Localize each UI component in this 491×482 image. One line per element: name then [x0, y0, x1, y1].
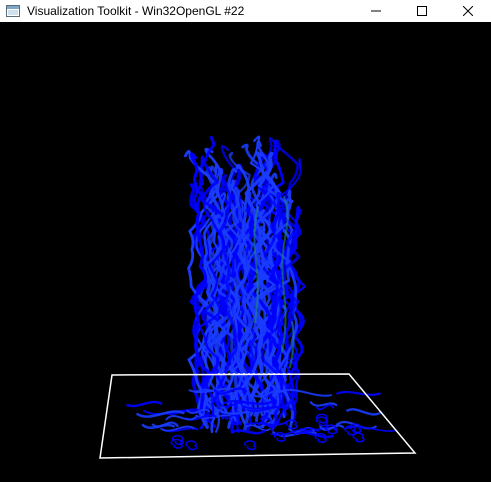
title-bar[interactable]: Visualization Toolkit - Win32OpenGL #22: [0, 0, 491, 22]
minimize-button[interactable]: [353, 0, 399, 22]
minimize-icon: [371, 6, 381, 16]
close-icon: [463, 6, 473, 16]
close-button[interactable]: [445, 0, 491, 22]
streamlines-scene: [0, 22, 491, 482]
vtk-window-icon[interactable]: [5, 3, 21, 19]
render-viewport[interactable]: [0, 22, 491, 482]
maximize-button[interactable]: [399, 0, 445, 22]
window-controls: [353, 0, 491, 22]
maximize-icon: [417, 6, 427, 16]
vtk-render-window: Visualization Toolkit - Win32OpenGL #22: [0, 0, 491, 482]
window-title: Visualization Toolkit - Win32OpenGL #22: [27, 4, 245, 18]
